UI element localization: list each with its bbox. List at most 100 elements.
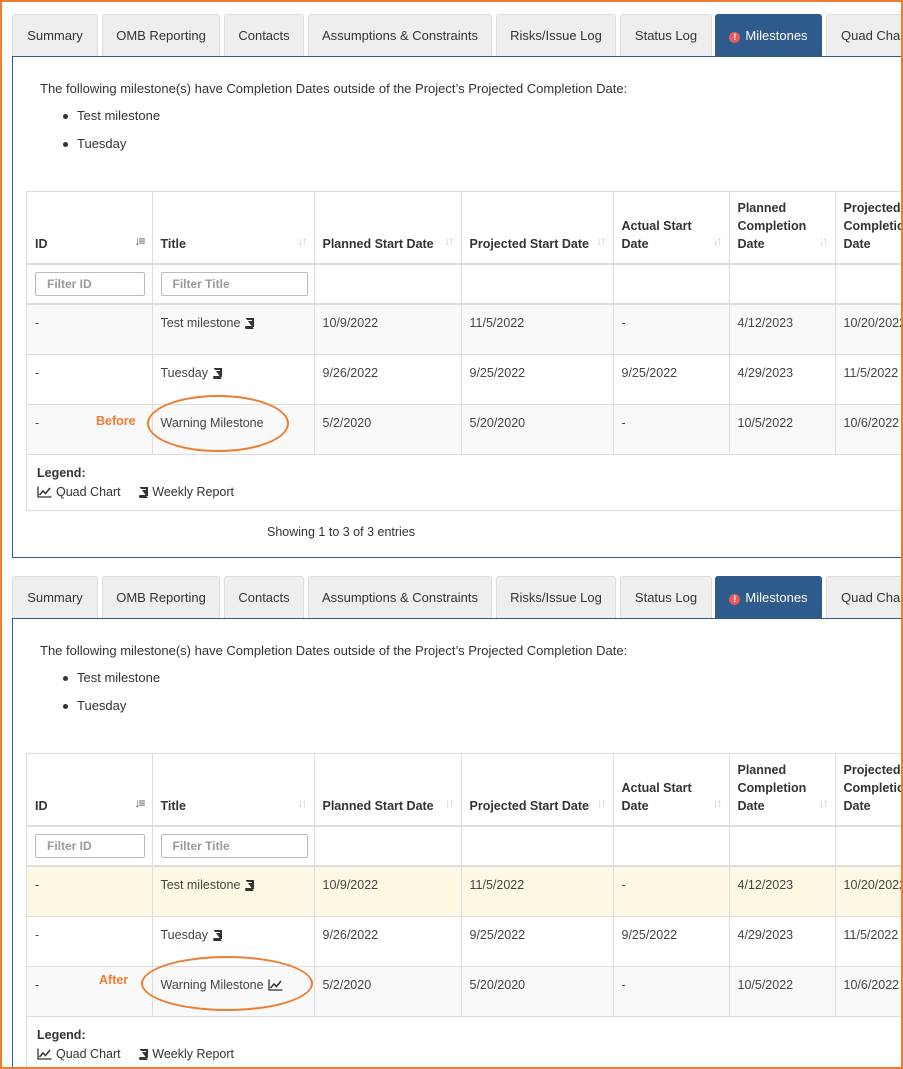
tab-omb-reporting[interactable]: OMB Reporting [102, 14, 220, 57]
header-label: ID [35, 237, 48, 251]
table-row[interactable]: - Tuesday 9/26/2022 9/25/2022 9/25/2022 … [27, 354, 903, 405]
book-icon [139, 1049, 149, 1060]
cell-projected-completion: 11/5/2022 [835, 916, 903, 967]
book-icon[interactable] [212, 367, 222, 382]
chart-line-icon[interactable] [267, 979, 283, 994]
column-header-planned-completion[interactable]: Planned Completion Date ↓↑ [729, 754, 836, 827]
tab-label: Summary [27, 590, 83, 605]
tab-label: OMB Reporting [116, 590, 206, 605]
sort-icon[interactable]: ↓↑ [298, 232, 308, 250]
book-icon[interactable] [244, 318, 255, 332]
cell-projected-completion: 10/20/2022 [835, 304, 903, 355]
column-header-id[interactable]: ID ↓≡ [27, 754, 153, 827]
column-header-planned-completion[interactable]: Planned Completion Date ↓↑ [729, 192, 836, 265]
cell-id: - [27, 304, 153, 355]
tab-omb-reporting[interactable]: OMB Reporting [102, 576, 220, 619]
tab-assumptions-constraints[interactable]: Assumptions & Constraints [308, 576, 492, 619]
column-header-title[interactable]: Title ↓↑ [152, 192, 315, 265]
tab-label: Risks/Issue Log [510, 590, 602, 605]
list-item: Tuesday [60, 137, 160, 165]
tab-assumptions-constraints[interactable]: Assumptions & Constraints [308, 14, 492, 57]
sort-desc-icon[interactable]: ↓≡ [134, 232, 145, 250]
cell-actual-start: 9/25/2022 [613, 916, 730, 967]
before-annotation: Before [96, 414, 136, 428]
tab-label: Milestones [745, 590, 808, 605]
cell-planned-start: 5/2/2020 [314, 404, 462, 455]
cell-planned-completion: 4/12/2023 [729, 866, 836, 917]
tab-summary[interactable]: Summary [12, 14, 98, 57]
filter-id-input[interactable]: Filter ID [35, 834, 145, 858]
milestones-table: ID ↓≡ Title ↓↑ Planned Start Date ↓↑ Projec… [26, 191, 903, 511]
sort-icon[interactable]: ↓↑ [445, 794, 455, 812]
sort-desc-icon[interactable]: ↓≡ [134, 794, 145, 812]
tab-label: Quad Char [841, 28, 903, 43]
cell-title: Tuesday [152, 916, 315, 967]
table-row[interactable]: - Warning Milestone 5/2/2020 5/20/2020 -… [27, 966, 903, 1017]
sort-icon[interactable]: ↓↑ [597, 794, 607, 812]
sort-icon[interactable]: ↓↑ [819, 794, 829, 812]
column-header-projected-start[interactable]: Projected Start Date ↓↑ [461, 192, 614, 265]
sort-icon[interactable]: ↓↑ [713, 794, 723, 812]
cell-projected-start: 5/20/2020 [461, 966, 614, 1017]
table-row[interactable]: - Test milestone 10/9/2022 11/5/2022 - 4… [27, 304, 903, 355]
book-icon[interactable] [212, 929, 222, 944]
before-panel: Summary OMB Reporting Contacts Assumptio… [12, 14, 903, 558]
alert-icon: ! [729, 32, 741, 43]
header-label: Planned Completion Date [737, 201, 807, 251]
tab-contacts[interactable]: Contacts [224, 14, 304, 57]
book-icon[interactable] [244, 880, 255, 894]
tab-quad-chart[interactable]: Quad Char [826, 576, 903, 619]
legend-title: Legend: [37, 466, 86, 480]
tab-milestones[interactable]: ! Milestones [715, 14, 822, 57]
table-row[interactable]: - Test milestone 10/9/2022 11/5/2022 - 4… [27, 866, 903, 917]
table-row[interactable]: - Warning Milestone 5/2/2020 5/20/2020 -… [27, 404, 903, 455]
tab-status-log[interactable]: Status Log [620, 576, 712, 619]
column-header-actual-start[interactable]: Actual Start Date ↓↑ [613, 192, 730, 265]
column-header-projected-completion[interactable]: Projected Completion Date [835, 754, 903, 827]
cell-planned-completion: 10/5/2022 [729, 966, 836, 1017]
tab-contacts[interactable]: Contacts [224, 576, 304, 619]
book-icon [139, 487, 149, 498]
sort-icon[interactable]: ↓↑ [298, 794, 308, 812]
cell-title: Tuesday [152, 354, 315, 405]
legend-title: Legend: [37, 1028, 86, 1042]
tab-status-log[interactable]: Status Log [620, 14, 712, 57]
cell-projected-start: 11/5/2022 [461, 866, 614, 917]
column-header-projected-start[interactable]: Projected Start Date ↓↑ [461, 754, 614, 827]
tab-label: Risks/Issue Log [510, 28, 602, 43]
tab-label: Assumptions & Constraints [321, 28, 479, 43]
tab-label: Summary [27, 28, 83, 43]
legend-weekly-report: Weekly Report [138, 1047, 234, 1061]
alert-icon: ! [729, 594, 741, 605]
tab-label: Contacts [238, 590, 290, 605]
cell-id: - [27, 966, 153, 1017]
column-header-projected-completion[interactable]: Projected Completion Date [835, 192, 903, 265]
cell-projected-start: 9/25/2022 [461, 916, 614, 967]
chart-line-icon [37, 1048, 52, 1060]
column-header-id[interactable]: ID ↓≡ [27, 192, 153, 265]
sort-icon[interactable]: ↓↑ [597, 232, 607, 250]
sort-icon[interactable]: ↓↑ [819, 232, 829, 250]
filter-id-input[interactable]: Filter ID [35, 272, 145, 296]
column-header-title[interactable]: Title ↓↑ [152, 754, 315, 827]
filter-title-input[interactable]: Filter Title [160, 272, 308, 296]
tab-milestones[interactable]: ! Milestones [715, 576, 822, 619]
tab-risks-issue-log[interactable]: Risks/Issue Log [496, 576, 616, 619]
header-label: ID [35, 799, 48, 813]
tab-risks-issue-log[interactable]: Risks/Issue Log [496, 14, 616, 57]
sort-icon[interactable]: ↓↑ [713, 232, 723, 250]
tab-quad-chart[interactable]: Quad Char [826, 14, 903, 57]
cell-projected-start: 9/25/2022 [461, 354, 614, 405]
column-header-planned-start[interactable]: Planned Start Date ↓↑ [314, 192, 462, 265]
sort-icon[interactable]: ↓↑ [445, 232, 455, 250]
header-label: Actual Start Date [621, 219, 692, 251]
column-header-planned-start[interactable]: Planned Start Date ↓↑ [314, 754, 462, 827]
header-label: Projected Start Date [469, 799, 589, 813]
column-header-actual-start[interactable]: Actual Start Date ↓↑ [613, 754, 730, 827]
tab-label: Status Log [634, 28, 698, 43]
tab-summary[interactable]: Summary [12, 576, 98, 619]
filter-title-input[interactable]: Filter Title [160, 834, 308, 858]
table-row[interactable]: - Tuesday 9/26/2022 9/25/2022 9/25/2022 … [27, 916, 903, 967]
after-panel: Summary OMB Reporting Contacts Assumptio… [12, 576, 903, 1069]
legend-label: Weekly Report [152, 1047, 234, 1061]
